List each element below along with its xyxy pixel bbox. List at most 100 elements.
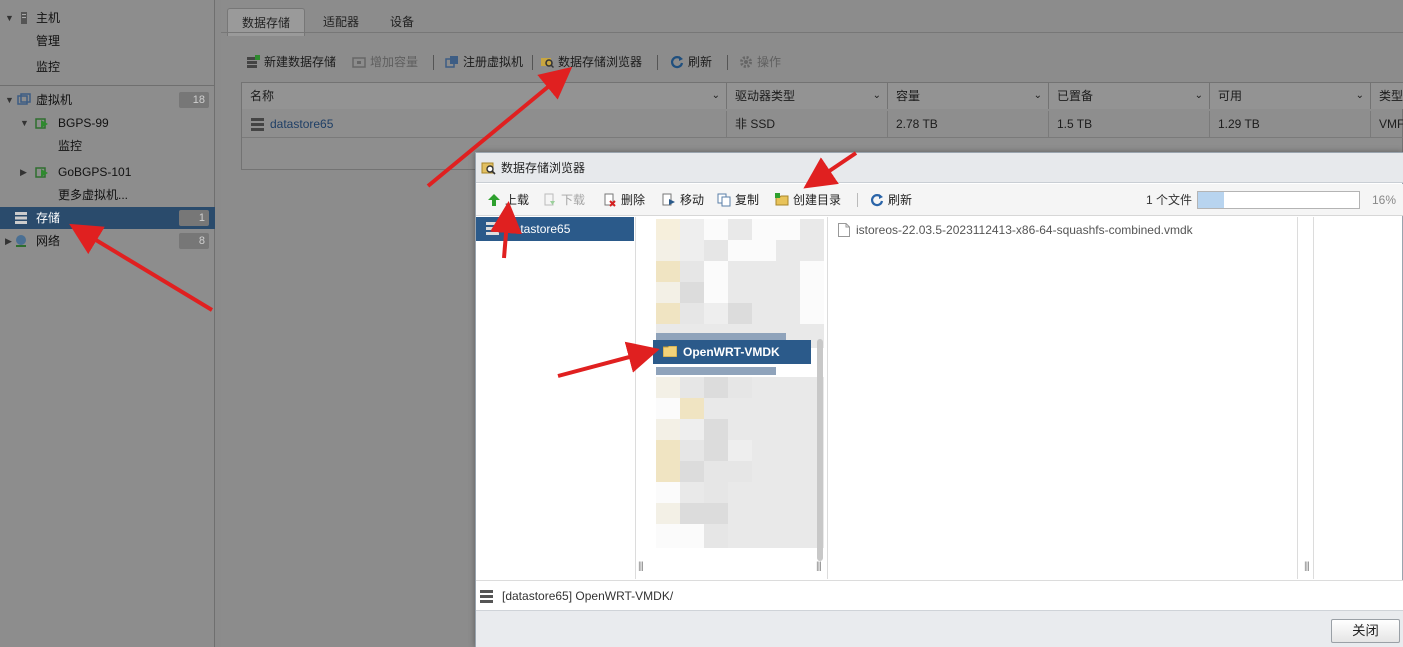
nav-vms[interactable]: ▼ 虚拟机 18	[0, 89, 215, 111]
delete-button[interactable]: 删除	[603, 184, 645, 216]
vm-running-icon	[35, 167, 48, 178]
file-item[interactable]: istoreos-22.03.5-2023112413-x86-64-squas…	[838, 221, 1193, 239]
copy-button[interactable]: 复制	[717, 184, 759, 216]
col-header-name[interactable]: 名称 ⌄	[242, 83, 727, 109]
table-row[interactable]: datastore65	[242, 111, 727, 137]
datastore-browser-icon	[541, 58, 554, 69]
register-vm-icon	[445, 56, 458, 68]
nav-vm-monitor[interactable]: 监控	[0, 135, 215, 157]
chevron-down-icon[interactable]: ⌄	[873, 83, 881, 109]
cell-type: VMF	[1379, 117, 1403, 131]
delete-label: 删除	[621, 193, 646, 207]
folder-icon	[663, 346, 677, 357]
dialog-footer: 关闭	[476, 610, 1403, 647]
increase-capacity-button[interactable]: 增加容量	[352, 50, 418, 74]
column-resize-handle[interactable]: |||	[1304, 561, 1310, 572]
chevron-down-icon[interactable]: ⌄	[1356, 83, 1364, 109]
col-header-type[interactable]: 类型	[1371, 83, 1403, 109]
folder-column: OpenWRT-VMDK ||| |||	[636, 217, 828, 579]
nav-storage-label: 存储	[36, 211, 61, 225]
register-vm-button[interactable]: 注册虚拟机	[445, 50, 523, 74]
nav-vm-bgps-99-label: BGPS-99	[58, 116, 109, 130]
col-header-capacity[interactable]: 容量 ⌄	[888, 83, 1049, 109]
nav-manage[interactable]: 管理	[0, 30, 215, 52]
nav-monitor-label: 监控	[36, 60, 61, 74]
browser-refresh-button[interactable]: 刷新	[870, 184, 912, 216]
new-folder-icon	[775, 193, 789, 206]
cell-provisioned: 1.5 TB	[1049, 111, 1210, 137]
col-header-free[interactable]: 可用 ⌄	[1210, 83, 1371, 109]
column-resize-handle[interactable]: |||	[638, 561, 644, 572]
nav-vm-gobgps-101[interactable]: ▶ GoBGPS-101	[0, 161, 215, 183]
new-datastore-icon	[247, 55, 260, 68]
nav-vm-bgps-99[interactable]: ▼ BGPS-99	[0, 112, 215, 134]
caret-down-icon[interactable]: ▼	[5, 89, 14, 111]
vm-running-icon	[35, 118, 48, 129]
network-icon	[16, 235, 26, 247]
vms-count-badge: 18	[179, 92, 209, 108]
datastore-browser-dialog: 数据存储浏览器 上载 下载 删除 移动 复制 创建目录 刷新 1 个文件 16%	[475, 152, 1403, 647]
datastore-column: datastore65	[476, 217, 636, 579]
col-header-provisioned[interactable]: 已置备 ⌄	[1049, 83, 1210, 109]
nav-host-label: 主机	[36, 11, 61, 25]
chevron-down-icon[interactable]: ⌄	[1034, 83, 1042, 109]
obscured-pixel	[776, 524, 800, 548]
nav-vm-monitor-label: 监控	[58, 139, 83, 153]
caret-down-icon[interactable]: ▼	[5, 7, 14, 29]
toolbar-separator	[857, 193, 858, 207]
upload-arrow-icon	[488, 194, 500, 206]
upload-button[interactable]: 上载	[487, 184, 529, 216]
storage-count-badge: 1	[179, 210, 209, 226]
datastore-name-link[interactable]: datastore65	[270, 111, 333, 137]
nav-manage-label: 管理	[36, 34, 61, 48]
nav-host[interactable]: ▼ 主机	[0, 7, 215, 29]
nav-vms-label: 虚拟机	[36, 93, 73, 107]
dialog-title-bar[interactable]: 数据存储浏览器	[476, 153, 1403, 183]
nav-more-vms[interactable]: 更多虚拟机...	[0, 184, 215, 206]
file-count: 1 个文件	[1146, 193, 1193, 207]
progress-percent: 16%	[1372, 193, 1397, 207]
host-icon	[21, 12, 27, 24]
browser-refresh-label: 刷新	[888, 193, 913, 207]
create-directory-button[interactable]: 创建目录	[775, 184, 841, 216]
refresh-button[interactable]: 刷新	[670, 50, 712, 74]
download-button[interactable]: 下载	[543, 184, 585, 216]
nav-vm-gobgps-101-label: GoBGPS-101	[58, 165, 132, 179]
vm-group-icon	[17, 93, 31, 105]
datastore-item-label: datastore65	[507, 222, 571, 236]
datastore-browser-button[interactable]: 数据存储浏览器	[540, 50, 642, 74]
increase-capacity-label: 增加容量	[370, 55, 419, 69]
col-header-type-label: 类型	[1379, 89, 1403, 103]
delete-icon	[604, 193, 616, 207]
nav-monitor[interactable]: 监控	[0, 56, 215, 78]
chevron-down-icon[interactable]: ⌄	[712, 83, 720, 109]
chevron-down-icon[interactable]: ⌄	[1195, 83, 1203, 109]
move-button[interactable]: 移动	[662, 184, 704, 216]
folder-scrollbar[interactable]	[817, 339, 823, 561]
obscured-pixel	[752, 524, 776, 548]
caret-down-icon[interactable]: ▼	[20, 112, 29, 134]
datastore-item[interactable]: datastore65	[476, 217, 634, 241]
actions-button[interactable]: 操作	[739, 50, 781, 74]
nav-storage[interactable]: 存储 1	[0, 207, 215, 229]
storage-icon	[15, 212, 27, 224]
copy-icon	[717, 193, 731, 207]
cell-capacity: 2.78 TB	[888, 111, 1049, 137]
increase-capacity-icon	[352, 57, 366, 68]
tab-bar: 数据存储 适配器 设备	[221, 4, 1403, 36]
obscured-pixel	[704, 524, 728, 548]
toolbar-separator	[532, 55, 533, 70]
close-button[interactable]: 关闭	[1331, 619, 1400, 643]
toolbar-separator	[727, 55, 728, 70]
caret-right-icon[interactable]: ▶	[20, 161, 27, 183]
column-resize-handle[interactable]: |||	[816, 561, 822, 572]
datastore-browser-label: 数据存储浏览器	[558, 55, 643, 69]
col-header-free-label: 可用	[1218, 89, 1243, 103]
obscured-pixel	[656, 367, 776, 375]
col-header-drive-type[interactable]: 驱动器类型 ⌄	[727, 83, 888, 109]
folder-item-selected[interactable]: OpenWRT-VMDK	[653, 340, 811, 364]
datastore-icon	[251, 118, 264, 131]
new-datastore-button[interactable]: 新建数据存储	[246, 50, 336, 74]
nav-network[interactable]: ▶ 网络 8	[0, 230, 215, 252]
caret-right-icon[interactable]: ▶	[5, 230, 12, 252]
